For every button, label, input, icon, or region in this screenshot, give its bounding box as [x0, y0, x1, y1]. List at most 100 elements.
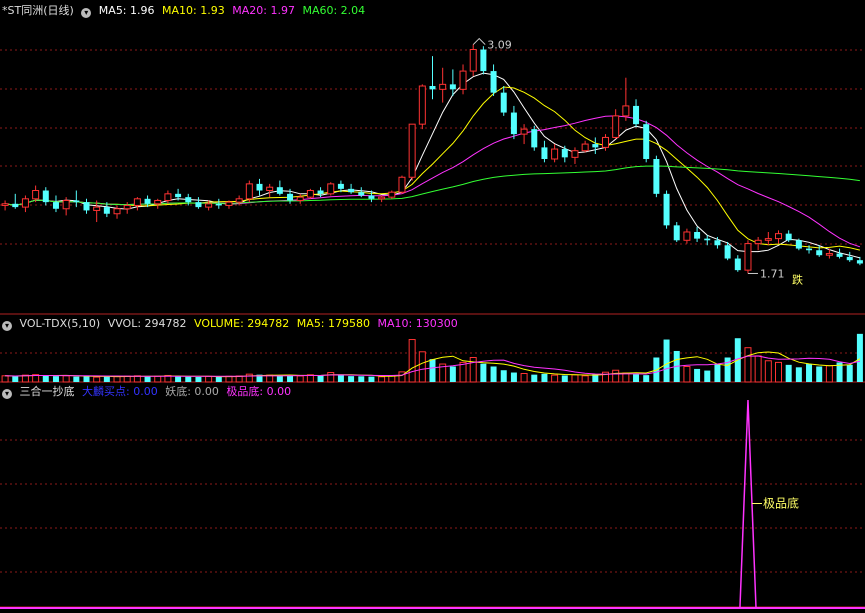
chevron-down-icon[interactable]: ▾ [81, 8, 92, 18]
candle [225, 200, 233, 209]
candle [469, 44, 477, 77]
volume-bar [520, 373, 528, 383]
volume-bar [52, 376, 59, 382]
candle [592, 137, 599, 155]
candle [439, 67, 447, 103]
candle-body [398, 176, 406, 193]
candle-body [123, 204, 131, 210]
candle-body [205, 203, 213, 208]
candle-body [449, 84, 456, 90]
volume-bar [103, 376, 110, 382]
volume-bar [764, 360, 772, 383]
candle-body [500, 92, 507, 113]
candle [643, 120, 650, 163]
candle [83, 198, 90, 214]
candle [612, 109, 620, 140]
volume-bar [348, 376, 355, 382]
volume-indicator-title: VOL-TDX(5,10) [19, 317, 101, 330]
volume-bar [846, 364, 853, 382]
volume-bar [633, 374, 640, 382]
candle [12, 193, 19, 209]
candle-body [133, 198, 141, 206]
volume-bar [418, 351, 426, 383]
candle-body [704, 238, 711, 241]
volume-bar [714, 364, 721, 382]
vvol-readout: VVOL: 294782 [107, 317, 187, 330]
candle [317, 187, 324, 198]
volume-bar [816, 366, 823, 382]
volume-bar [704, 370, 711, 382]
ma20-readout: MA20: 1.97 [232, 4, 295, 17]
candle [856, 256, 863, 266]
candle [418, 84, 426, 130]
candle [785, 230, 792, 242]
candle-body [663, 193, 670, 226]
jipindi-readout: 极品底: 0.00 [226, 385, 292, 398]
volume-bars[interactable] [1, 333, 863, 383]
candle-body [256, 183, 263, 191]
candle-body [653, 159, 660, 194]
volume-bar [358, 376, 365, 382]
candle-body [561, 149, 568, 158]
candle-body [439, 83, 447, 90]
candle-body [337, 183, 344, 189]
candle [480, 46, 487, 75]
candle-body [327, 183, 335, 195]
ma20-line [5, 115, 861, 248]
volume-bar [185, 376, 192, 382]
volume-bar [510, 372, 517, 382]
vol-ma10-readout: MA10: 130300 [377, 317, 458, 330]
volume-bar [368, 376, 375, 382]
candle-body [694, 231, 701, 239]
candle-body [571, 150, 579, 158]
candle [531, 125, 538, 151]
candle [571, 147, 579, 164]
candle [561, 145, 568, 163]
candle [520, 124, 528, 145]
fall-signal-label: 跌 [792, 272, 803, 286]
chart-canvas: 3.09 1.71 跌 极品底 [0, 37, 865, 609]
chevron-down-icon[interactable]: ▾ [2, 321, 12, 331]
candle [744, 240, 752, 274]
candle-body [93, 206, 101, 211]
candle [32, 185, 40, 203]
candle-body [154, 199, 162, 205]
candle-body [12, 203, 19, 208]
volume-bar [42, 375, 49, 382]
candle-body [144, 198, 151, 204]
candle-body [825, 253, 833, 256]
candle [622, 77, 630, 121]
candle-body [21, 198, 29, 208]
volume-bar [287, 375, 294, 382]
candle-body [775, 233, 782, 240]
candle [754, 236, 762, 251]
candle-body [276, 187, 283, 194]
volume-bar [694, 368, 701, 382]
candle-body [164, 193, 172, 201]
volume-bar [561, 375, 568, 382]
indicator-panel-header: ▾ 三合一抄底 大麟买点: 0.00 妖底: 0.00 极品底: 0.00 [2, 385, 295, 399]
candle-body [388, 191, 396, 198]
candle-body [816, 250, 823, 256]
candle [459, 64, 467, 95]
volume-bar [531, 374, 538, 382]
candle [408, 123, 416, 181]
candle-body [287, 193, 294, 201]
ma60-readout: MA60: 2.04 [302, 4, 366, 17]
candle [21, 195, 29, 213]
volume-bar [327, 372, 335, 383]
high-marker [472, 37, 486, 45]
candle [795, 238, 802, 251]
candlestick-series[interactable] [1, 44, 863, 274]
candle [541, 140, 548, 163]
chevron-down-icon[interactable]: ▾ [2, 389, 12, 399]
candle-body [744, 243, 752, 271]
stock-title: *ST同洲(日线) [2, 4, 74, 17]
volume-bar [663, 339, 670, 382]
candle [846, 251, 853, 262]
candle [581, 140, 589, 153]
candle [327, 182, 335, 196]
volume-bar [245, 373, 253, 383]
candle-body [683, 231, 691, 241]
candle-body [215, 203, 222, 206]
